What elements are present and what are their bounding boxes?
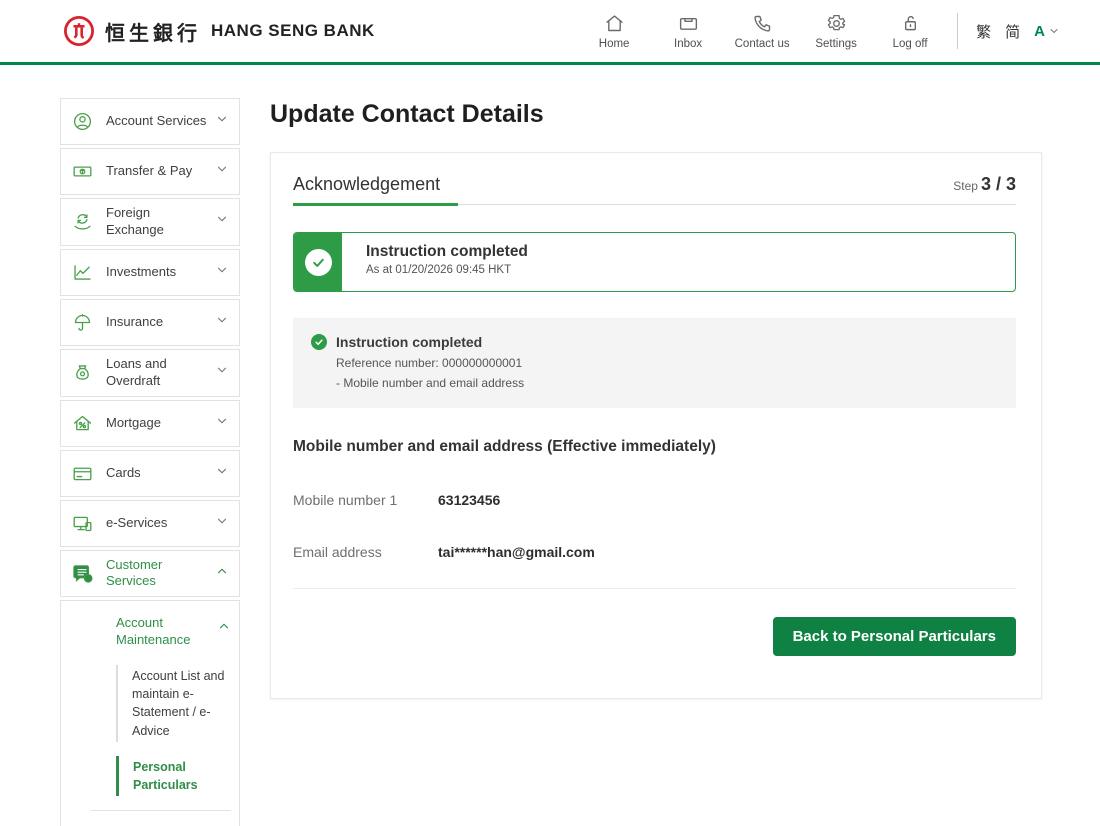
sidebar-item-foreign-exchange[interactable]: Foreign Exchange bbox=[60, 198, 240, 246]
bank-name-chinese: 恒生銀行 bbox=[105, 17, 201, 46]
acknowledgement-card: Acknowledgement Step3 / 3 Instruction co… bbox=[270, 152, 1042, 699]
nav-contact-us[interactable]: Contact us bbox=[725, 13, 799, 50]
sidebar-item-cards[interactable]: Cards bbox=[60, 450, 240, 497]
email-address-label: Email address bbox=[293, 544, 438, 560]
sidebar-item-customer-services[interactable]: Customer Services bbox=[60, 550, 240, 598]
card-divider bbox=[293, 588, 1016, 589]
success-banner: Instruction completed As at 01/20/2026 0… bbox=[293, 232, 1016, 292]
e-services-devices-icon bbox=[72, 513, 93, 534]
header-nav: Home Inbox Contact us Settings bbox=[577, 13, 947, 50]
investments-icon bbox=[72, 262, 93, 283]
lang-traditional-chinese[interactable]: 繁 bbox=[976, 21, 991, 42]
phone-icon bbox=[752, 13, 773, 34]
credit-card-icon bbox=[72, 463, 93, 484]
field-row-mobile: Mobile number 1 63123456 bbox=[293, 492, 1016, 508]
nav-settings[interactable]: Settings bbox=[799, 13, 873, 50]
chevron-up-icon bbox=[215, 564, 229, 578]
sidebar-item-investments[interactable]: Investments bbox=[60, 249, 240, 296]
chevron-down-icon bbox=[215, 363, 229, 377]
sidebar-item-insurance[interactable]: Insurance bbox=[60, 299, 240, 346]
hang-seng-logo-icon bbox=[63, 15, 95, 47]
top-header: 恒生銀行 HANG SENG BANK Home Inbox Contact bbox=[0, 0, 1100, 65]
instruction-summary-box: Instruction completed Reference number: … bbox=[293, 318, 1016, 408]
sidebar-item-account-maintenance[interactable]: Account Maintenance bbox=[61, 615, 231, 649]
mobile-number-label: Mobile number 1 bbox=[293, 492, 438, 508]
banner-title: Instruction completed bbox=[366, 243, 528, 261]
banner-timestamp: As at 01/20/2026 09:45 HKT bbox=[366, 264, 528, 276]
chevron-down-icon bbox=[215, 212, 229, 226]
summary-item: - Mobile number and email address bbox=[336, 376, 998, 390]
sidebar-item-loans-overdraft[interactable]: Loans and Overdraft bbox=[60, 349, 240, 397]
bank-name-english: HANG SENG BANK bbox=[211, 21, 375, 41]
tab-acknowledgement: Acknowledgement bbox=[293, 174, 440, 195]
chevron-down-icon bbox=[215, 112, 229, 126]
step-indicator: Step3 / 3 bbox=[953, 174, 1016, 195]
mobile-number-value: 63123456 bbox=[438, 492, 500, 508]
sidebar-item-transfer-pay[interactable]: Transfer & Pay bbox=[60, 148, 240, 195]
insurance-umbrella-icon bbox=[72, 312, 93, 333]
unlock-icon bbox=[900, 13, 921, 34]
chevron-down-icon bbox=[215, 313, 229, 327]
summary-title: Instruction completed bbox=[336, 334, 482, 350]
nav-log-off[interactable]: Log off bbox=[873, 13, 947, 50]
back-to-personal-particulars-button[interactable]: Back to Personal Particulars bbox=[773, 617, 1016, 656]
chevron-down-icon bbox=[1048, 25, 1060, 37]
section-title: Mobile number and email address (Effecti… bbox=[293, 438, 1016, 456]
tab-underline bbox=[293, 204, 1016, 205]
chevron-down-icon bbox=[215, 514, 229, 528]
transfer-pay-icon bbox=[72, 161, 93, 182]
sidebar-item-account-list-estatement[interactable]: Account List and maintain e-Statement / … bbox=[116, 665, 231, 742]
inbox-icon bbox=[678, 13, 699, 34]
nav-home[interactable]: Home bbox=[577, 13, 651, 50]
page-title: Update Contact Details bbox=[270, 100, 1042, 129]
reference-number: Reference number: 000000000001 bbox=[336, 356, 998, 370]
foreign-exchange-icon bbox=[72, 211, 93, 232]
sidebar-item-mortgage[interactable]: Mortgage bbox=[60, 400, 240, 447]
mortgage-house-icon bbox=[72, 413, 93, 434]
chevron-down-icon bbox=[215, 414, 229, 428]
gear-icon bbox=[826, 13, 847, 34]
sidebar-menu: Account Services Transfer & Pay Foreign … bbox=[60, 98, 240, 826]
font-size-selector[interactable]: A bbox=[1034, 23, 1060, 40]
bank-logo[interactable]: 恒生銀行 HANG SENG BANK bbox=[63, 15, 375, 47]
account-services-icon bbox=[72, 111, 93, 132]
home-icon bbox=[604, 13, 625, 34]
header-divider bbox=[957, 13, 958, 49]
sidebar-item-personal-particulars[interactable]: Personal Particulars bbox=[116, 756, 231, 796]
check-icon bbox=[314, 337, 324, 347]
chevron-up-icon bbox=[217, 619, 231, 633]
customer-services-submenu: Account Maintenance Account List and mai… bbox=[60, 600, 240, 826]
sidebar-item-marketing[interactable]: Marketing bbox=[61, 811, 231, 826]
lang-simplified-chinese[interactable]: 简 bbox=[1005, 21, 1020, 42]
chevron-down-icon bbox=[215, 464, 229, 478]
success-badge bbox=[294, 233, 342, 291]
loans-money-bag-icon bbox=[72, 362, 93, 383]
customer-services-icon bbox=[72, 563, 93, 584]
chevron-down-icon bbox=[215, 162, 229, 176]
chevron-down-icon bbox=[215, 263, 229, 277]
check-icon bbox=[311, 255, 326, 270]
field-row-email: Email address tai******han@gmail.com bbox=[293, 544, 1016, 560]
nav-inbox[interactable]: Inbox bbox=[651, 13, 725, 50]
email-address-value: tai******han@gmail.com bbox=[438, 544, 595, 560]
sidebar-item-account-services[interactable]: Account Services bbox=[60, 98, 240, 145]
sidebar-item-e-services[interactable]: e-Services bbox=[60, 500, 240, 547]
